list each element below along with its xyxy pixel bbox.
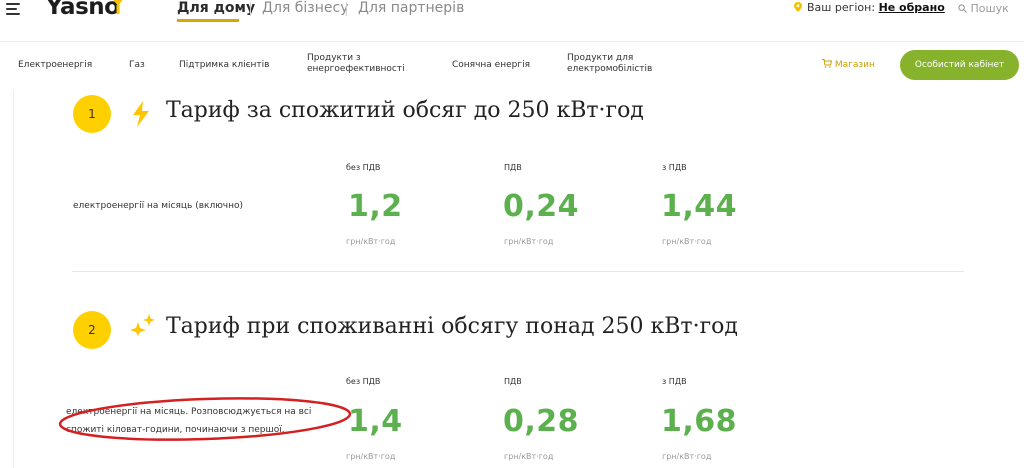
tariff-1-number-badge: 1 <box>73 95 111 133</box>
tariff-1-col-no-vat: без ПДВ <box>346 163 381 172</box>
header-divider <box>0 41 1024 42</box>
search-button[interactable]: Пошук <box>958 2 1009 15</box>
tab-business[interactable]: Для бізнесу <box>262 0 348 16</box>
tariff-2-value-with-vat: 1,68 <box>661 404 738 439</box>
tariff-1-value-no-vat: 1,2 <box>348 189 403 224</box>
logo[interactable]: Yasno <box>46 0 120 20</box>
cart-icon <box>822 59 833 68</box>
tariff-1-col-with-vat: з ПДВ <box>662 163 687 172</box>
tariff-2-value-vat: 0,28 <box>503 404 580 439</box>
content-left-border <box>13 90 14 468</box>
nav-item-support[interactable]: Підтримка клієнтів <box>179 60 269 71</box>
tariff-1-unit: грн/кВт·год <box>504 237 554 246</box>
annotation-ellipse <box>58 397 352 441</box>
lightning-icon <box>133 101 149 127</box>
tariff-2-col-with-vat: з ПДВ <box>662 377 687 386</box>
tariff-divider <box>72 271 964 272</box>
personal-cabinet-button[interactable]: Особистий кабінет <box>900 50 1019 80</box>
tariff-1-unit: грн/кВт·год <box>662 237 712 246</box>
tariff-1-unit: грн/кВт·год <box>346 237 396 246</box>
nav-item-electricity[interactable]: Електроенергія <box>18 60 92 71</box>
search-icon <box>958 4 967 13</box>
tariff-2-title: Тариф при споживанні обсягу понад 250 кВ… <box>166 314 738 339</box>
tariff-1-label: електроенергії на місяць (включно) <box>73 201 243 211</box>
logo-mark-icon <box>113 0 123 14</box>
tab-separator <box>346 2 347 16</box>
tariff-2-unit: грн/кВт·год <box>662 452 712 461</box>
tariff-1-value-with-vat: 1,44 <box>661 189 738 224</box>
tariff-2-unit: грн/кВт·год <box>346 452 396 461</box>
nav-item-ev[interactable]: Продукти для електромобілістів <box>567 53 667 75</box>
tab-partners[interactable]: Для партнерів <box>358 0 464 16</box>
location-pin-icon <box>794 2 802 12</box>
tab-separator <box>250 2 251 16</box>
nav-item-efficiency[interactable]: Продукти з енергоефективності <box>307 53 417 75</box>
tab-home[interactable]: Для дому <box>177 0 255 16</box>
shop-label: Магазин <box>834 60 875 70</box>
region-selector[interactable]: Ваш регіон: Не обрано <box>807 1 945 14</box>
region-label: Ваш регіон: <box>807 1 876 14</box>
tariff-2-unit: грн/кВт·год <box>504 452 554 461</box>
tariff-2-col-no-vat: без ПДВ <box>346 377 381 386</box>
tariff-1-title: Тариф за спожитий обсяг до 250 кВт·год <box>166 98 644 123</box>
tariff-2-number-badge: 2 <box>73 311 111 349</box>
nav-item-solar[interactable]: Сонячна енергія <box>452 60 530 71</box>
tariff-1-value-vat: 0,24 <box>503 189 580 224</box>
tariff-2-col-vat: ПДВ <box>504 377 522 386</box>
search-label: Пошук <box>970 2 1009 15</box>
tariff-1-col-vat: ПДВ <box>504 163 522 172</box>
nav-item-gas[interactable]: Газ <box>129 60 145 71</box>
region-value[interactable]: Не обрано <box>879 1 945 14</box>
sparkle-icon <box>130 314 155 336</box>
shop-link[interactable]: Магазин <box>822 59 875 70</box>
tab-home-underline <box>177 19 239 22</box>
menu-icon[interactable] <box>6 1 20 19</box>
